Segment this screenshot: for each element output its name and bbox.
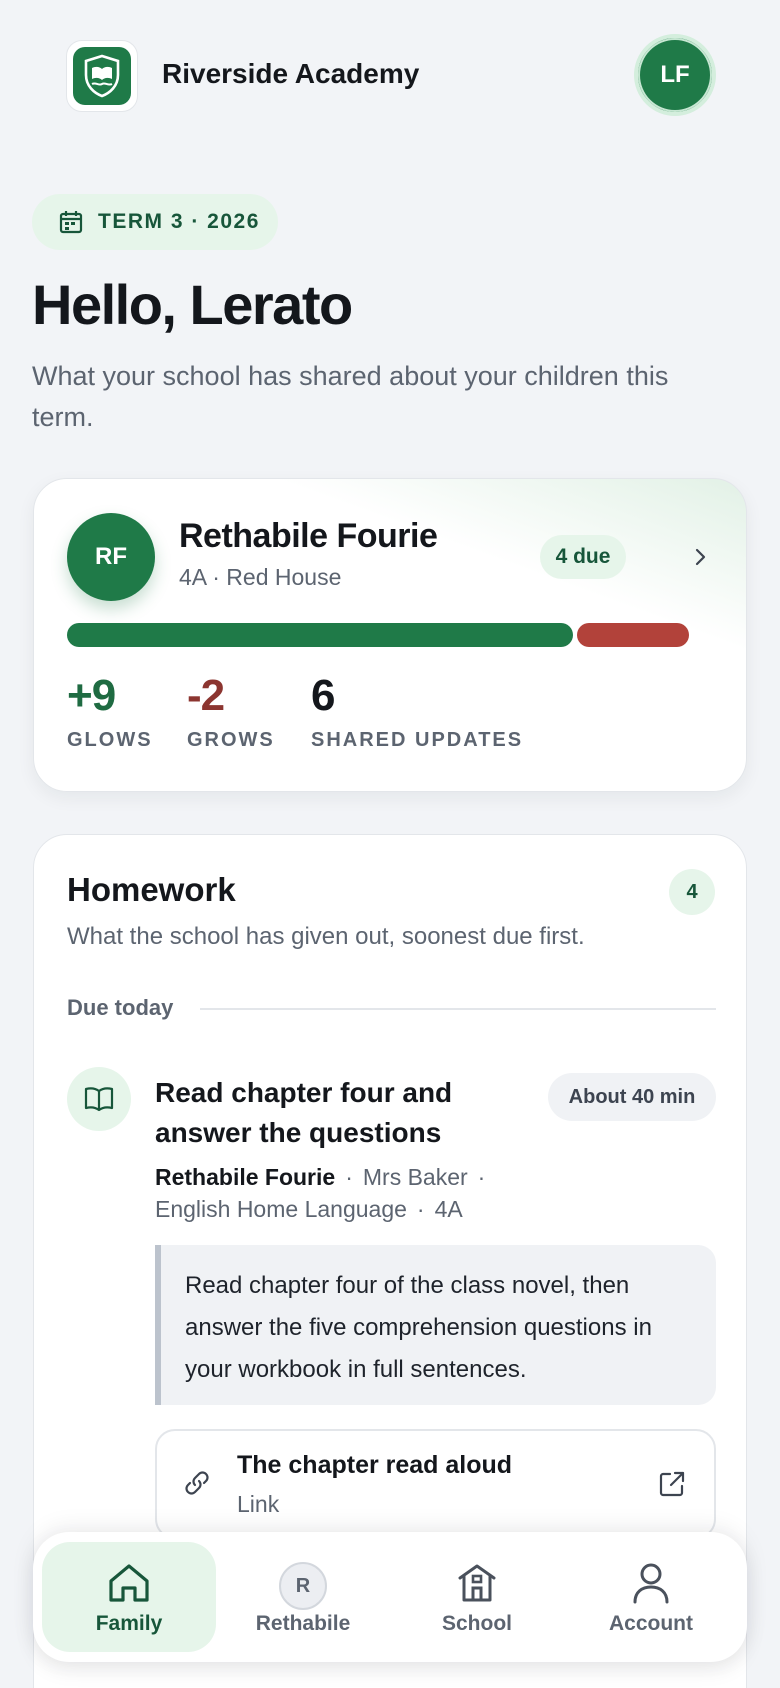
link-icon (185, 1471, 209, 1495)
nav-school-label: School (441, 1612, 512, 1635)
updates-stat: 6 SHARED UPDATES (311, 671, 523, 752)
grows-stat: -2 GROWS (187, 671, 275, 752)
user-icon (633, 1563, 669, 1604)
term-label: TERM 3 · 2026 (98, 210, 260, 233)
homework-title: Homework (67, 871, 236, 908)
term-badge: TERM 3 · 2026 (32, 194, 278, 250)
task-meta: Rethabile Fourie · Mrs Baker · English Home… (155, 1161, 715, 1225)
task-child-name: Rethabile Fourie (155, 1164, 336, 1190)
school-logo (66, 40, 138, 112)
bottom-nav: Family R Rethabile School Account (33, 1532, 747, 1662)
child-name: Rethabile Fourie (179, 517, 438, 555)
app-header: Riverside Academy LF (0, 0, 780, 150)
glows-stat: +9 GLOWS (67, 671, 153, 752)
glows-bar (67, 623, 573, 647)
child-summary-card[interactable]: RF Rethabile Fourie 4A · Red House 4 due… (33, 478, 747, 792)
task-subject: English Home Language (155, 1196, 407, 1222)
meta-separator: · (345, 1164, 353, 1190)
task-type-badge (67, 1067, 131, 1131)
child-class-house: 4A · Red House (179, 564, 342, 590)
nav-family[interactable]: Family (42, 1542, 216, 1652)
resource-link-card[interactable]: The chapter read aloud Link (155, 1429, 716, 1539)
link-title: The chapter read aloud (237, 1451, 513, 1479)
glows-label: GLOWS (67, 729, 153, 751)
home-icon (109, 1564, 149, 1602)
due-group-label: Due today (67, 995, 174, 1020)
shield-book-icon (84, 54, 120, 98)
due-count-badge: 4 due (540, 535, 626, 579)
nav-child-label: Rethabile (255, 1612, 351, 1635)
nav-child[interactable]: R Rethabile (216, 1542, 390, 1652)
open-child-button[interactable] (680, 537, 720, 577)
user-avatar-button[interactable]: LF (634, 34, 716, 116)
task-title[interactable]: Read chapter four and answer the questio… (155, 1073, 495, 1153)
homework-subtitle: What the school has given out, soonest d… (67, 923, 585, 950)
child-initial-avatar: R (279, 1562, 327, 1610)
link-type: Link (237, 1491, 280, 1517)
book-open-icon (84, 1087, 114, 1112)
updates-value: 6 (311, 671, 335, 720)
chevron-right-icon (695, 548, 706, 566)
glows-value: +9 (67, 671, 116, 720)
meta-separator: · (416, 1196, 425, 1222)
task-class: 4A (434, 1196, 463, 1222)
group-divider (200, 1008, 716, 1010)
grows-label: GROWS (187, 729, 275, 751)
calendar-icon (59, 211, 83, 234)
nav-family-label: Family (95, 1612, 163, 1635)
task-description: Read chapter four of the class novel, th… (155, 1245, 716, 1405)
school-name: Riverside Academy (162, 58, 420, 89)
greeting-subtitle: What your school has shared about your c… (32, 361, 669, 432)
grows-bar (577, 623, 689, 647)
school-building-icon (458, 1564, 496, 1602)
greeting-title: Hello, Lerato (32, 273, 353, 336)
nav-account[interactable]: Account (564, 1542, 738, 1652)
homework-count-badge: 4 (669, 869, 715, 915)
external-link-icon (659, 1471, 685, 1497)
meta-separator: · (477, 1164, 486, 1190)
child-avatar: RF (67, 513, 155, 601)
updates-label: SHARED UPDATES (311, 729, 524, 751)
nav-school[interactable]: School (390, 1542, 564, 1652)
task-teacher: Mrs Baker (362, 1164, 468, 1190)
time-estimate-badge: About 40 min (548, 1073, 716, 1121)
grows-value: -2 (187, 671, 225, 720)
nav-account-label: Account (609, 1612, 693, 1635)
